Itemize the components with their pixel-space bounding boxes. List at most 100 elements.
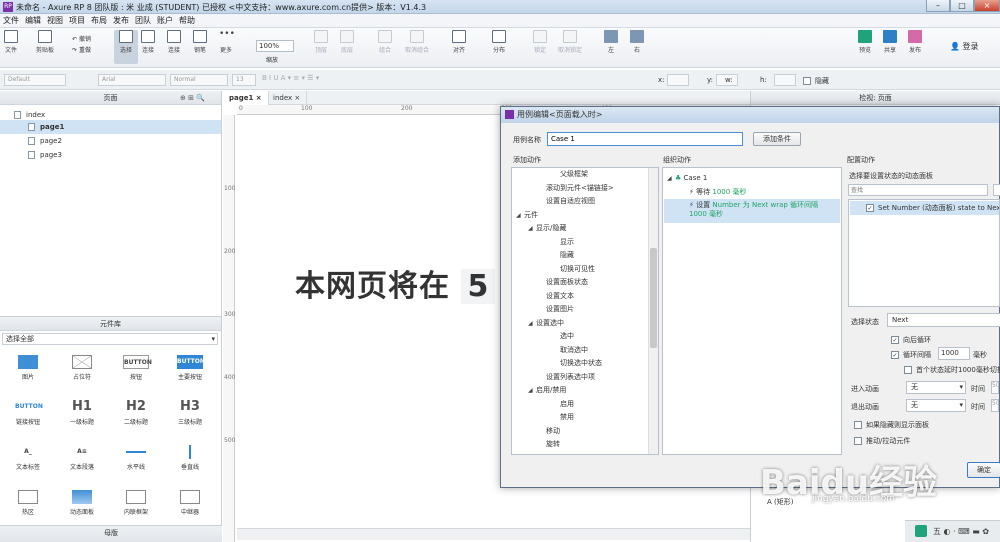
widget-horizontal-line[interactable]: 水平线 bbox=[110, 441, 162, 487]
connect-tool-button[interactable]: 连接 bbox=[141, 30, 155, 54]
widget-primary-button[interactable]: BUTTON 主要按钮 bbox=[164, 351, 216, 397]
menu-project[interactable]: 项目 bbox=[66, 14, 88, 28]
widget-link-button[interactable]: BUTTON 链接按钮 bbox=[2, 396, 54, 442]
canvas-scrollbar[interactable] bbox=[237, 528, 750, 540]
action-item[interactable]: 切换选中状态 bbox=[512, 357, 658, 371]
scrollbar-thumb[interactable] bbox=[650, 248, 657, 348]
widget-h3[interactable]: H3 三级标题 bbox=[164, 396, 216, 442]
action-item[interactable]: ◢ 设置选中 bbox=[512, 317, 658, 331]
widget-button[interactable]: BUTTON 按钮 bbox=[110, 351, 162, 397]
widget-h1[interactable]: H1 一级标题 bbox=[56, 396, 108, 442]
group-button[interactable]: 组合 bbox=[378, 30, 392, 54]
widget-dynamic-panel[interactable]: 动态面板 bbox=[56, 486, 108, 529]
more-tools-button[interactable]: ••• 更多 bbox=[219, 30, 235, 55]
redo-button[interactable]: ↷ 重做 bbox=[72, 45, 91, 54]
select-state-dropdown[interactable]: Next bbox=[887, 313, 1000, 327]
menu-account[interactable]: 账户 bbox=[154, 14, 176, 28]
text-format-buttons[interactable]: B I U A ▾ ≡ ▾ ☰ ▾ bbox=[262, 74, 319, 82]
case-name-input[interactable] bbox=[547, 132, 743, 146]
set-panel-state-action-item[interactable]: ⚡ 设置 Number 为 Next wrap 循环间隔 1000 毫秒 bbox=[664, 199, 840, 223]
close-window-button[interactable]: × bbox=[974, 0, 1000, 12]
panel-target-checkbox[interactable]: ✓ bbox=[866, 204, 874, 212]
minimize-button[interactable]: – bbox=[926, 0, 950, 12]
undo-button[interactable]: ↶ 撤销 bbox=[72, 34, 91, 43]
expand-triangle-icon[interactable]: ◢ bbox=[516, 209, 524, 223]
widget-text-paragraph[interactable]: A≡ 文本段落 bbox=[56, 441, 108, 487]
action-item[interactable]: 滚动到元件<锚链接> bbox=[512, 182, 658, 196]
lock-button[interactable]: 锁定 bbox=[533, 30, 547, 54]
ungroup-button[interactable]: 取消组合 bbox=[405, 30, 429, 54]
menu-edit[interactable]: 编辑 bbox=[22, 14, 44, 28]
first-delay-checkbox[interactable]: 首个状态延时1000毫秒切换 bbox=[904, 365, 1000, 375]
menu-view[interactable]: 视图 bbox=[44, 14, 66, 28]
enter-time-input[interactable]: 50 bbox=[991, 381, 999, 394]
action-item[interactable]: 移动 bbox=[512, 425, 658, 439]
widget-h2[interactable]: H2 二级标题 bbox=[110, 396, 162, 442]
hidden-checkbox[interactable]: 隐藏 bbox=[803, 76, 829, 86]
connector-button[interactable]: 连接 bbox=[167, 30, 181, 54]
loop-interval-checkbox[interactable]: ✓ 循环间隔 bbox=[891, 350, 931, 360]
font-select[interactable]: Arial bbox=[98, 74, 166, 86]
wait-action-item[interactable]: ⚡ 等待 1000 毫秒 bbox=[689, 186, 746, 200]
action-item[interactable]: 父级框架 bbox=[512, 168, 658, 182]
loop-interval-input[interactable]: 1000 bbox=[938, 347, 970, 360]
widget-placeholder[interactable]: 占位符 bbox=[56, 351, 108, 397]
bring-to-top-button[interactable]: 顶层 bbox=[314, 30, 328, 54]
add-page-icons[interactable]: ⊕ ⊞ 🔍 bbox=[180, 94, 205, 102]
page-tree-page3[interactable]: page3 bbox=[0, 148, 221, 162]
action-item[interactable]: ◢ 启用/禁用 bbox=[512, 384, 658, 398]
case-tree-item[interactable]: ◢ ♣ Case 1 bbox=[667, 172, 707, 186]
widget-repeater[interactable]: 中继器 bbox=[164, 486, 216, 529]
action-item[interactable]: 设置图片 bbox=[512, 303, 658, 317]
widget-inline-frame[interactable]: 内联框架 bbox=[110, 486, 162, 529]
panel-search-input[interactable] bbox=[848, 184, 988, 196]
widget-text-label[interactable]: A_ 文本标签 bbox=[2, 441, 54, 487]
action-item[interactable]: 设置文本 bbox=[512, 290, 658, 304]
clipboard-button[interactable]: 剪贴板 bbox=[36, 30, 54, 54]
share-button[interactable]: 共享 bbox=[883, 30, 897, 54]
right-panel-button[interactable]: 右 bbox=[630, 30, 644, 54]
zoom-select[interactable]: 100% bbox=[256, 40, 294, 52]
file-button[interactable]: 文件 bbox=[4, 30, 18, 54]
action-item[interactable]: 禁用 bbox=[512, 411, 658, 425]
menu-team[interactable]: 团队 bbox=[132, 14, 154, 28]
action-item[interactable]: 设置自适应视图 bbox=[512, 195, 658, 209]
ime-icon[interactable] bbox=[915, 525, 927, 537]
action-item[interactable]: ◢ 元件 bbox=[512, 209, 658, 223]
add-condition-button[interactable]: 添加条件 bbox=[753, 132, 801, 146]
push-widgets-checkbox[interactable]: 推动/拉动元件 bbox=[854, 436, 910, 446]
action-item[interactable]: 启用 bbox=[512, 398, 658, 412]
show-if-hidden-checkbox[interactable]: 如果隐藏则显示面板 bbox=[854, 420, 929, 430]
tab-index[interactable]: index × bbox=[267, 91, 308, 105]
action-item[interactable]: 设置面板状态 bbox=[512, 276, 658, 290]
action-tree-scrollbar[interactable] bbox=[648, 168, 658, 454]
widget-image[interactable]: 图片 bbox=[2, 351, 54, 397]
action-item[interactable]: 选中 bbox=[512, 330, 658, 344]
action-item[interactable]: 隐藏 bbox=[512, 249, 658, 263]
action-item[interactable]: 切换可见性 bbox=[512, 263, 658, 277]
select-tool-button[interactable]: 选择 bbox=[114, 30, 138, 64]
action-item[interactable]: 显示 bbox=[512, 236, 658, 250]
search-options-icon[interactable] bbox=[993, 184, 1000, 196]
maximize-button[interactable]: □ bbox=[950, 0, 974, 12]
page-tree-page1[interactable]: page1 bbox=[0, 120, 221, 134]
page-tree-page2[interactable]: page2 bbox=[0, 134, 221, 148]
loop-back-checkbox[interactable]: ✓ 向后循环 bbox=[891, 335, 931, 345]
weight-select[interactable]: Normal bbox=[170, 74, 228, 86]
unlock-button[interactable]: 取消锁定 bbox=[558, 30, 582, 54]
login-button[interactable]: 👤 登录 bbox=[950, 41, 979, 52]
expand-triangle-icon[interactable]: ◢ bbox=[528, 222, 536, 236]
font-size-select[interactable]: 13 bbox=[232, 74, 256, 86]
align-button[interactable]: 对齐 bbox=[452, 30, 466, 54]
x-input[interactable] bbox=[667, 74, 689, 86]
countdown-number[interactable]: 5 bbox=[461, 269, 496, 304]
enter-animation-select[interactable]: 无 ▾ bbox=[906, 381, 966, 394]
ok-button[interactable]: 确定 bbox=[967, 462, 1000, 478]
panel-target-item[interactable]: ✓Set Number (动态面板) state to Next wrap bbox=[850, 201, 999, 215]
preview-button[interactable]: 预览 bbox=[858, 30, 872, 54]
distribute-button[interactable]: 分布 bbox=[492, 30, 506, 54]
style-select[interactable]: Default bbox=[4, 74, 66, 86]
send-to-bottom-button[interactable]: 底层 bbox=[340, 30, 354, 54]
tab-page1[interactable]: page1 × bbox=[223, 91, 269, 105]
action-item[interactable]: 设置列表选中项 bbox=[512, 371, 658, 385]
